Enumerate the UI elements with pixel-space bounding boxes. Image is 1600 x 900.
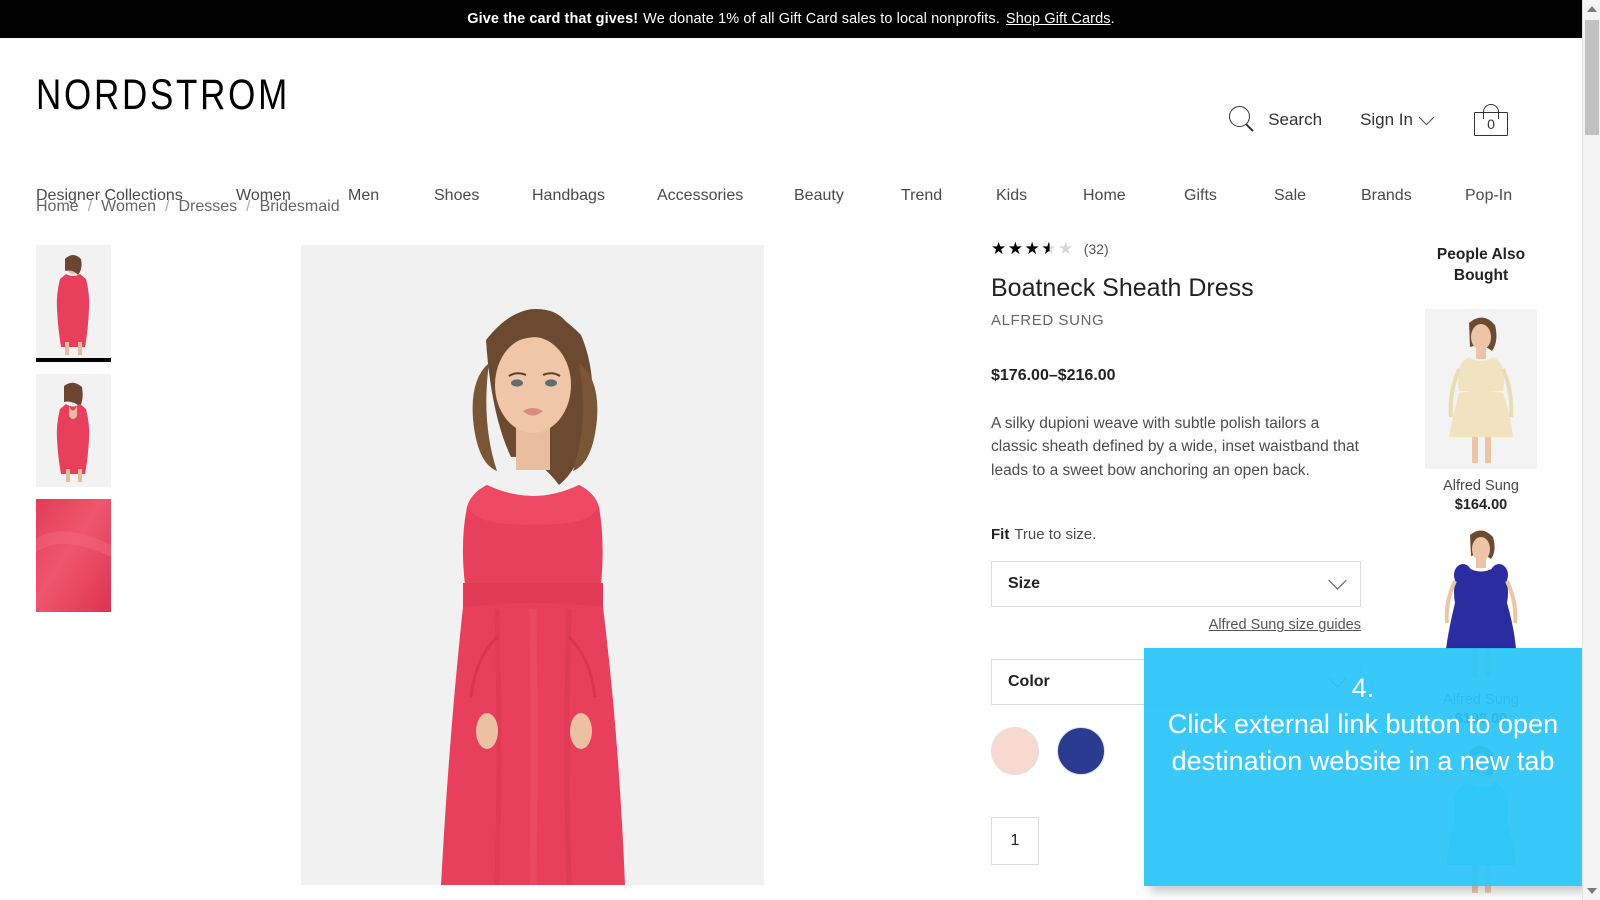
search-icon <box>1228 105 1258 135</box>
breadcrumb-item-women[interactable]: Women <box>101 198 156 216</box>
chevron-down-icon <box>1328 571 1346 589</box>
thumbnail-front-view[interactable] <box>36 245 111 362</box>
star-rating-icon: ★★★★★ <box>991 240 1075 257</box>
search-label: Search <box>1268 110 1322 130</box>
pab-item-1-price: $164.00 <box>1425 497 1537 513</box>
product-description: A silky dupioni weave with subtle polish… <box>991 412 1363 482</box>
instruction-overlay: 4. Click external link button to open de… <box>1144 648 1582 886</box>
color-select-label: Color <box>1008 673 1050 691</box>
instruction-step-number: 4. <box>1352 672 1375 706</box>
site-header: NORDSTROM Search Sign In 0 Designer Coll… <box>0 38 1582 168</box>
vertical-scrollbar[interactable] <box>1582 0 1600 900</box>
nordstrom-logo[interactable]: NORDSTROM <box>36 72 290 120</box>
nav-item-shoes[interactable]: Shoes <box>434 187 479 205</box>
shop-gift-cards-link[interactable]: Shop Gift Cards <box>1006 11 1111 27</box>
nav-item-men[interactable]: Men <box>348 187 379 205</box>
star-empty-icon: ★ <box>1058 239 1075 258</box>
fit-value: True to size. <box>1014 526 1096 543</box>
nav-item-home[interactable]: Home <box>1083 187 1126 205</box>
breadcrumb-item-bridesmaid[interactable]: Bridesmaid <box>260 198 340 216</box>
chevron-down-icon <box>1419 110 1435 126</box>
pab-item-1-brand[interactable]: Alfred Sung <box>1425 478 1537 494</box>
pab-item-1[interactable]: Alfred Sung $164.00 <box>1425 309 1537 513</box>
nav-item-sale[interactable]: Sale <box>1274 187 1306 205</box>
promo-headline: Give the card that gives! <box>467 11 638 27</box>
search-button[interactable]: Search <box>1228 105 1322 135</box>
pab-item-1-image[interactable] <box>1425 309 1537 469</box>
scrollbar-thumb[interactable] <box>1585 20 1599 135</box>
nav-item-pop-in[interactable]: Pop-In <box>1465 187 1512 205</box>
header-utility-nav: Search Sign In 0 <box>1228 104 1508 136</box>
page-root: Give the card that gives! We donate 1% o… <box>0 0 1600 900</box>
nav-item-handbags[interactable]: Handbags <box>532 187 605 205</box>
nav-item-accessories[interactable]: Accessories <box>657 187 743 205</box>
product-price: $176.00–$216.00 <box>991 367 1371 385</box>
stars-filled: ★★★ <box>991 239 1041 258</box>
thumbnail-list <box>36 245 111 624</box>
thumbnail-fabric-swatch[interactable] <box>36 499 111 612</box>
bag-item-count: 0 <box>1474 116 1508 132</box>
color-swatch-blush[interactable] <box>991 727 1039 775</box>
product-main-image[interactable] <box>301 245 764 885</box>
thumbnail-back-view[interactable] <box>36 374 111 487</box>
breadcrumb-separator: / <box>165 198 169 216</box>
nav-item-gifts[interactable]: Gifts <box>1184 187 1217 205</box>
fit-label: Fit <box>991 526 1009 543</box>
size-guide-link[interactable]: Alfred Sung size guides <box>991 617 1361 633</box>
rating-count[interactable]: (32) <box>1084 241 1109 257</box>
breadcrumb-item-home[interactable]: Home <box>36 198 79 216</box>
nav-item-brands[interactable]: Brands <box>1361 187 1412 205</box>
product-brand[interactable]: ALFRED SUNG <box>991 312 1371 329</box>
sign-in-button[interactable]: Sign In <box>1360 110 1432 130</box>
breadcrumb-item-dresses[interactable]: Dresses <box>178 198 237 216</box>
people-also-bought-title: People Also Bought <box>1425 245 1537 287</box>
size-select[interactable]: Size <box>991 561 1361 607</box>
star-half-icon: ★ <box>1041 239 1058 258</box>
breadcrumb-separator: / <box>88 198 92 216</box>
promo-period: . <box>1111 11 1115 27</box>
promo-banner: Give the card that gives! We donate 1% o… <box>0 0 1582 38</box>
nav-item-trend[interactable]: Trend <box>901 187 942 205</box>
shopping-bag-button[interactable]: 0 <box>1474 104 1508 136</box>
scroll-down-arrow-icon[interactable] <box>1583 882 1600 900</box>
product-title: Boatneck Sheath Dress <box>991 273 1371 303</box>
scroll-up-arrow-icon[interactable] <box>1583 0 1600 18</box>
promo-body: We donate 1% of all Gift Card sales to l… <box>643 11 1000 27</box>
nav-item-beauty[interactable]: Beauty <box>794 187 844 205</box>
breadcrumb-separator: / <box>246 198 250 216</box>
quantity-stepper[interactable]: 1 <box>991 817 1039 865</box>
sign-in-label: Sign In <box>1360 110 1413 130</box>
rating-row[interactable]: ★★★★★ (32) <box>991 240 1371 257</box>
breadcrumb: Home / Women / Dresses / Bridesmaid <box>36 198 340 216</box>
fit-row: Fit True to size. <box>991 526 1371 543</box>
color-swatch-navy[interactable] <box>1057 727 1105 775</box>
instruction-text: Click external link button to open desti… <box>1144 706 1582 781</box>
nav-item-kids[interactable]: Kids <box>996 187 1027 205</box>
size-select-label: Size <box>1008 575 1040 593</box>
